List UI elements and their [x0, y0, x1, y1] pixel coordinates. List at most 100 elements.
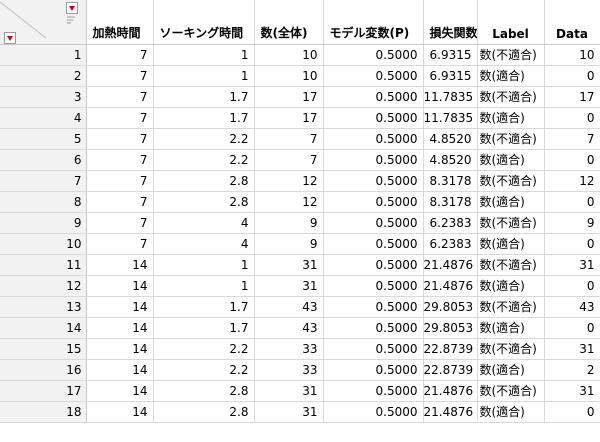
cell-total-count[interactable]: 43 [254, 296, 324, 318]
cell-model-variable[interactable]: 0.5000 [323, 275, 424, 297]
cell-data[interactable]: 31 [544, 338, 600, 360]
cell-model-variable[interactable]: 0.5000 [323, 359, 424, 381]
cell-total-count[interactable]: 31 [254, 401, 324, 423]
cell-data[interactable]: 31 [544, 254, 600, 276]
cell-loss-function[interactable]: 21.4876 [423, 275, 478, 297]
cell-loss-function[interactable]: 8.3178 [423, 191, 478, 213]
cell-loss-function[interactable]: 21.4876 [423, 254, 478, 276]
table-row[interactable]: 1 7 1 10 0.5000 6.9315 数(不適合) 10 [0, 44, 600, 66]
cell-label[interactable]: 数(不適合) [477, 128, 545, 150]
cell-label[interactable]: 数(不適合) [477, 296, 545, 318]
cell-soaking-time[interactable]: 1.7 [153, 107, 255, 129]
cell-loss-function[interactable]: 22.8739 [423, 338, 478, 360]
cell-label[interactable]: 数(適合) [477, 317, 545, 339]
table-row[interactable]: 15 14 2.2 33 0.5000 22.8739 数(不適合) 31 [0, 338, 600, 360]
cell-data[interactable]: 43 [544, 296, 600, 318]
cell-soaking-time[interactable]: 1 [153, 44, 255, 66]
cell-label[interactable]: 数(適合) [477, 233, 545, 255]
table-row[interactable]: 12 14 1 31 0.5000 21.4876 数(適合) 0 [0, 275, 600, 297]
cell-loss-function[interactable]: 4.8520 [423, 149, 478, 171]
cell-data[interactable]: 7 [544, 128, 600, 150]
row-number[interactable]: 7 [0, 170, 87, 192]
cell-model-variable[interactable]: 0.5000 [323, 170, 424, 192]
cell-heating-time[interactable]: 14 [86, 317, 154, 339]
cell-data[interactable]: 0 [544, 401, 600, 423]
cell-label[interactable]: 数(不適合) [477, 44, 545, 66]
row-number[interactable]: 6 [0, 149, 87, 171]
row-number[interactable]: 9 [0, 212, 87, 234]
row-number[interactable]: 2 [0, 65, 87, 87]
cell-label[interactable]: 数(不適合) [477, 338, 545, 360]
cell-data[interactable]: 0 [544, 191, 600, 213]
cell-heating-time[interactable]: 7 [86, 86, 154, 108]
cell-total-count[interactable]: 7 [254, 149, 324, 171]
column-header-data[interactable]: Data [544, 0, 600, 45]
cell-data[interactable]: 10 [544, 44, 600, 66]
cell-heating-time[interactable]: 7 [86, 128, 154, 150]
cell-loss-function[interactable]: 29.8053 [423, 296, 478, 318]
table-row[interactable]: 16 14 2.2 33 0.5000 22.8739 数(適合) 2 [0, 359, 600, 381]
row-number[interactable]: 13 [0, 296, 87, 318]
cell-soaking-time[interactable]: 2.8 [153, 170, 255, 192]
cell-data[interactable]: 0 [544, 233, 600, 255]
cell-soaking-time[interactable]: 1 [153, 275, 255, 297]
cell-soaking-time[interactable]: 2.2 [153, 338, 255, 360]
cell-soaking-time[interactable]: 1 [153, 65, 255, 87]
cell-label[interactable]: 数(適合) [477, 401, 545, 423]
table-corner[interactable] [0, 0, 87, 45]
row-number[interactable]: 3 [0, 86, 87, 108]
cell-total-count[interactable]: 7 [254, 128, 324, 150]
cell-total-count[interactable]: 31 [254, 254, 324, 276]
cell-data[interactable]: 0 [544, 317, 600, 339]
cell-soaking-time[interactable]: 1.7 [153, 296, 255, 318]
cell-heating-time[interactable]: 14 [86, 338, 154, 360]
table-row[interactable]: 4 7 1.7 17 0.5000 11.7835 数(適合) 0 [0, 107, 600, 129]
column-header-loss-function[interactable]: 損失関数 [423, 0, 478, 45]
column-header-total-count[interactable]: 数(全体) [254, 0, 324, 45]
cell-soaking-time[interactable]: 2.2 [153, 149, 255, 171]
cell-loss-function[interactable]: 22.8739 [423, 359, 478, 381]
row-number[interactable]: 17 [0, 380, 87, 402]
cell-model-variable[interactable]: 0.5000 [323, 338, 424, 360]
cell-soaking-time[interactable]: 2.8 [153, 401, 255, 423]
column-header-soaking-time[interactable]: ソーキング時間 [153, 0, 255, 45]
cell-model-variable[interactable]: 0.5000 [323, 44, 424, 66]
cell-loss-function[interactable]: 6.9315 [423, 44, 478, 66]
row-number[interactable]: 8 [0, 191, 87, 213]
table-row[interactable]: 7 7 2.8 12 0.5000 8.3178 数(不適合) 12 [0, 170, 600, 192]
cell-total-count[interactable]: 12 [254, 170, 324, 192]
cell-data[interactable]: 0 [544, 149, 600, 171]
cell-loss-function[interactable]: 8.3178 [423, 170, 478, 192]
cell-heating-time[interactable]: 14 [86, 275, 154, 297]
cell-heating-time[interactable]: 7 [86, 191, 154, 213]
cell-heating-time[interactable]: 7 [86, 149, 154, 171]
cell-loss-function[interactable]: 6.9315 [423, 65, 478, 87]
cell-total-count[interactable]: 17 [254, 107, 324, 129]
table-row[interactable]: 17 14 2.8 31 0.5000 21.4876 数(不適合) 31 [0, 380, 600, 402]
table-row[interactable]: 10 7 4 9 0.5000 6.2383 数(適合) 0 [0, 233, 600, 255]
cell-data[interactable]: 17 [544, 86, 600, 108]
cell-label[interactable]: 数(不適合) [477, 212, 545, 234]
cell-loss-function[interactable]: 6.2383 [423, 212, 478, 234]
cell-model-variable[interactable]: 0.5000 [323, 296, 424, 318]
cell-loss-function[interactable]: 29.8053 [423, 317, 478, 339]
cell-model-variable[interactable]: 0.5000 [323, 191, 424, 213]
cell-soaking-time[interactable]: 2.8 [153, 380, 255, 402]
cell-heating-time[interactable]: 7 [86, 212, 154, 234]
cell-total-count[interactable]: 10 [254, 44, 324, 66]
cell-label[interactable]: 数(適合) [477, 149, 545, 171]
cell-model-variable[interactable]: 0.5000 [323, 149, 424, 171]
cell-soaking-time[interactable]: 4 [153, 212, 255, 234]
cell-heating-time[interactable]: 14 [86, 380, 154, 402]
cell-soaking-time[interactable]: 2.2 [153, 128, 255, 150]
cell-label[interactable]: 数(不適合) [477, 170, 545, 192]
columns-menu-icon[interactable] [66, 2, 78, 14]
cell-model-variable[interactable]: 0.5000 [323, 317, 424, 339]
cell-loss-function[interactable]: 21.4876 [423, 401, 478, 423]
table-row[interactable]: 6 7 2.2 7 0.5000 4.8520 数(適合) 0 [0, 149, 600, 171]
cell-loss-function[interactable]: 21.4876 [423, 380, 478, 402]
cell-soaking-time[interactable]: 4 [153, 233, 255, 255]
cell-heating-time[interactable]: 7 [86, 44, 154, 66]
cell-label[interactable]: 数(不適合) [477, 380, 545, 402]
cell-heating-time[interactable]: 14 [86, 296, 154, 318]
